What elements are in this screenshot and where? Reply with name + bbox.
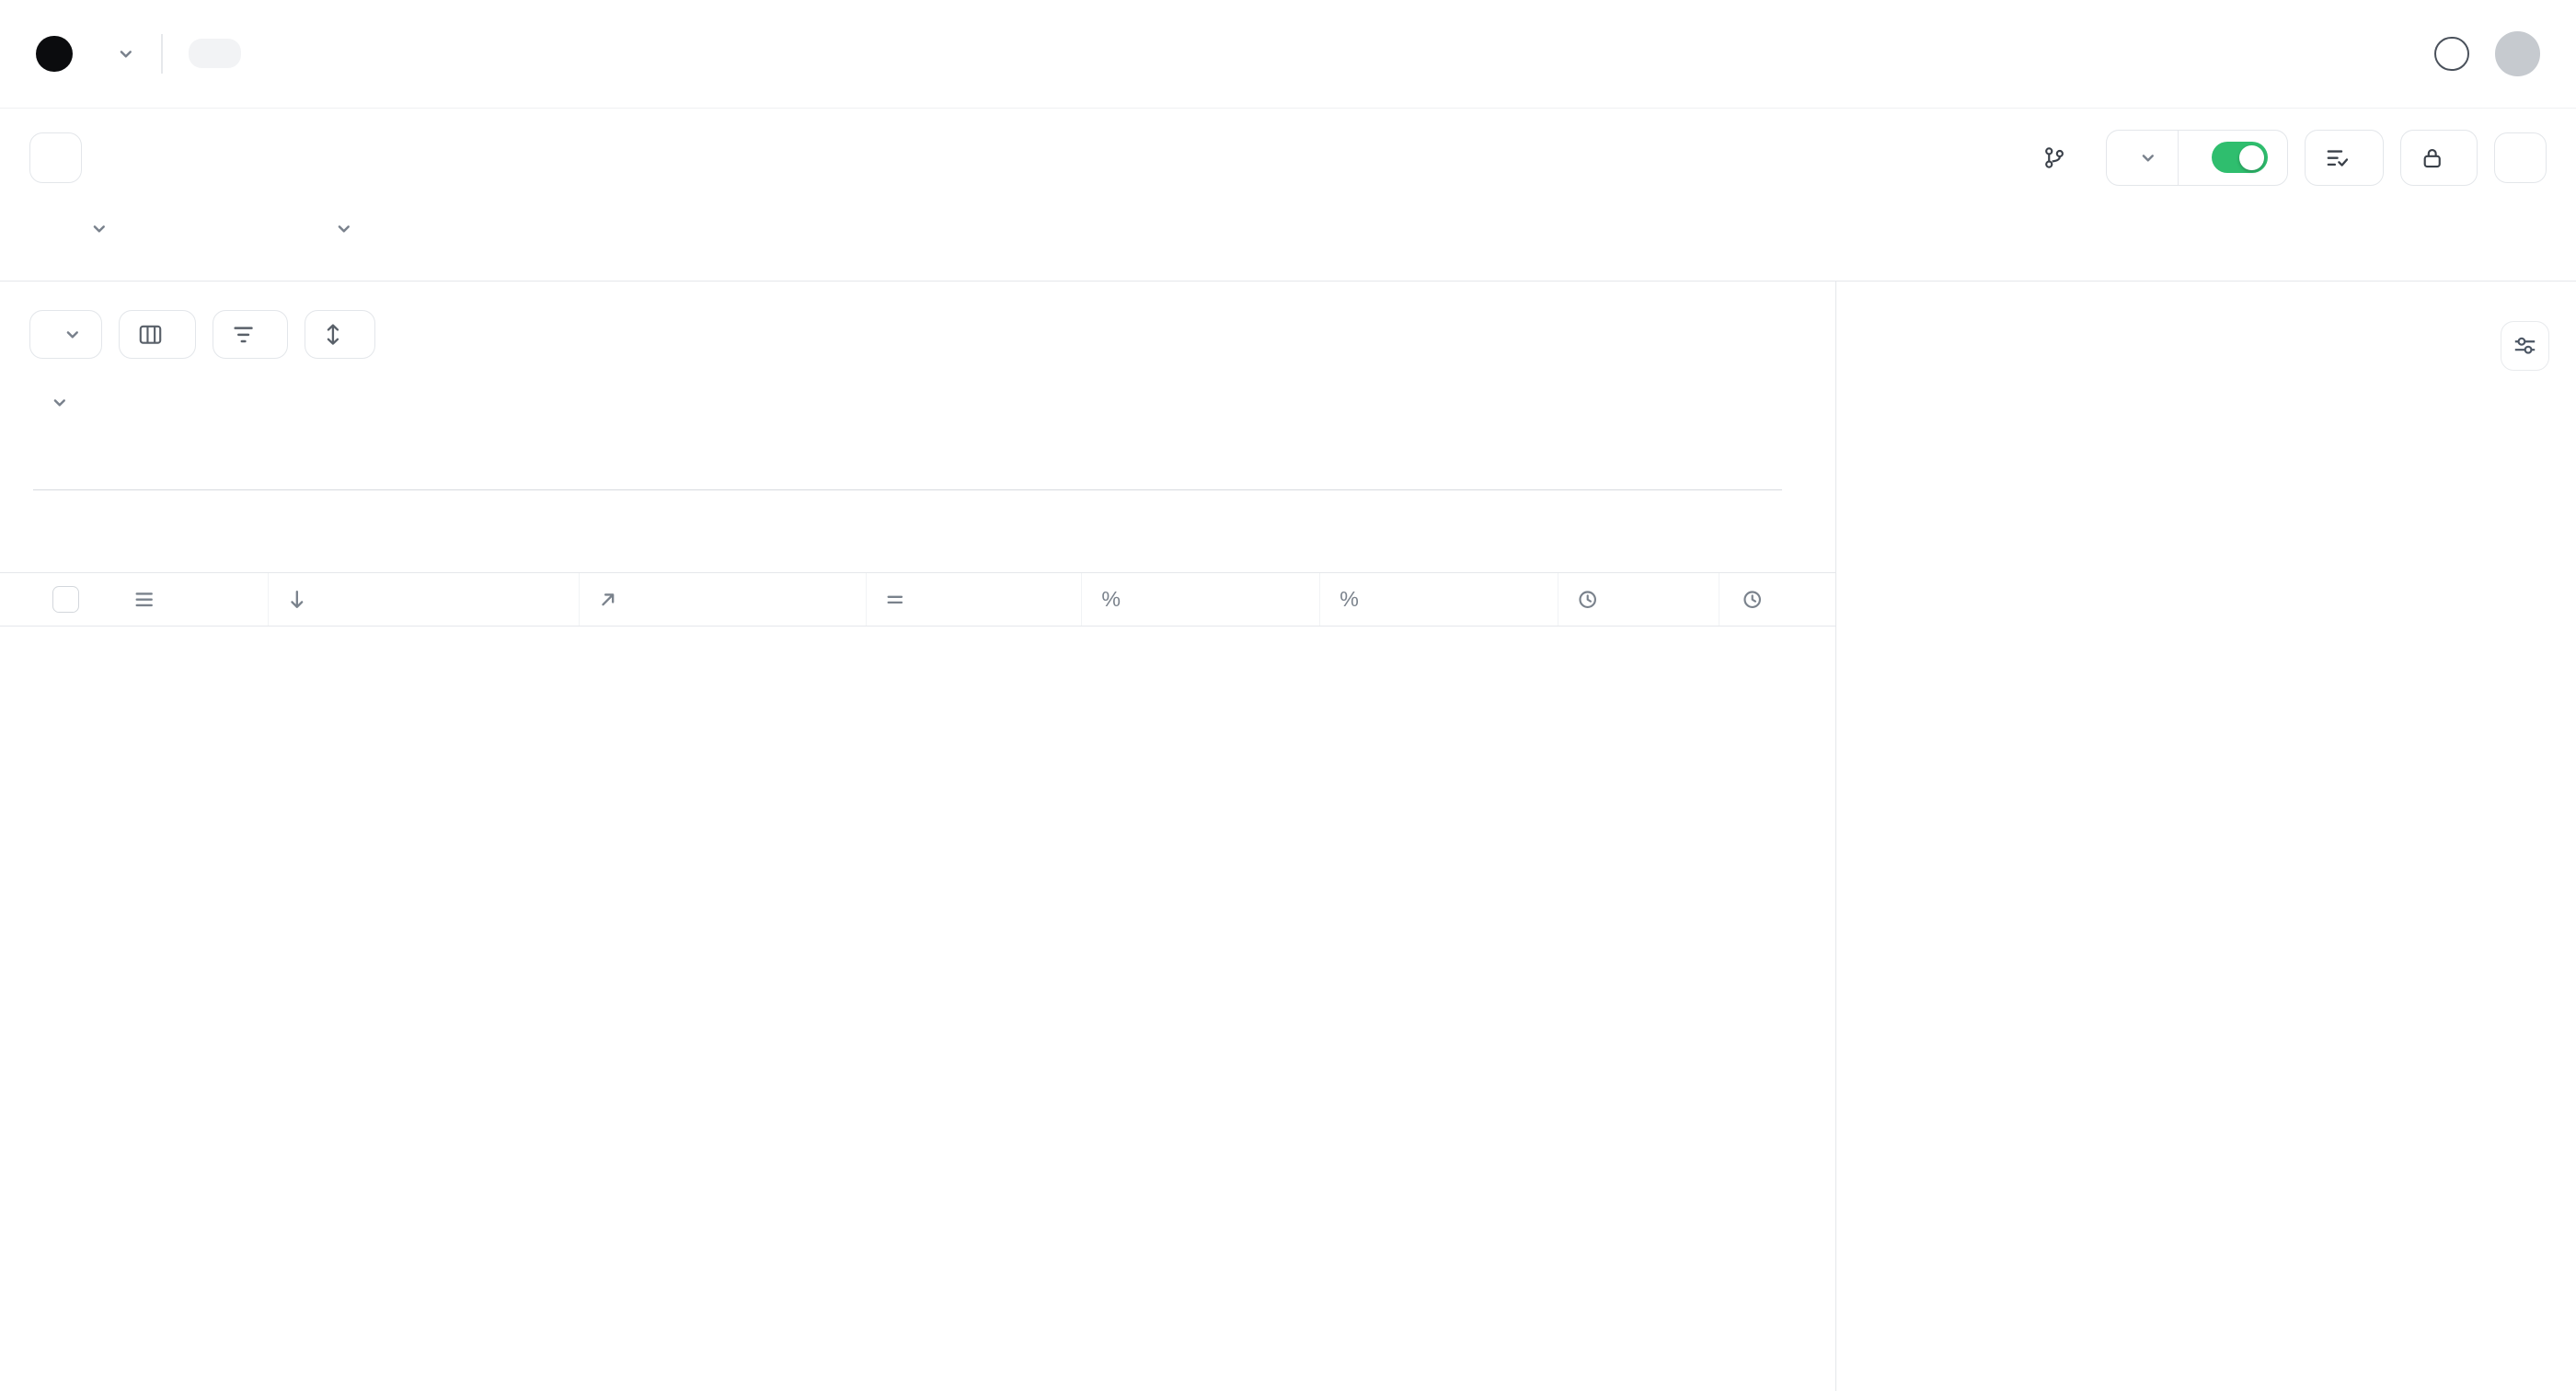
percent-icon: % bbox=[1340, 587, 1359, 612]
comparison-dropdown-icon[interactable] bbox=[335, 220, 353, 238]
filter-icon bbox=[233, 326, 254, 344]
comparison-experiment-two[interactable] bbox=[167, 222, 195, 236]
lock-icon bbox=[2422, 147, 2442, 168]
comparison-bar bbox=[0, 207, 2576, 281]
columns-icon bbox=[139, 325, 162, 344]
scores-header bbox=[1869, 321, 2549, 371]
column-header-exactmatch[interactable]: % bbox=[1081, 573, 1319, 626]
equals-icon bbox=[886, 591, 904, 609]
scores-settings-button[interactable] bbox=[2501, 321, 2550, 371]
private-button[interactable] bbox=[2400, 130, 2478, 186]
column-header-llm-duration[interactable] bbox=[1719, 573, 1835, 626]
divider bbox=[161, 34, 163, 74]
column-header-expected[interactable] bbox=[866, 573, 1081, 626]
column-header-duration[interactable] bbox=[1558, 573, 1719, 626]
rows-icon bbox=[134, 590, 154, 609]
avatar[interactable] bbox=[2495, 31, 2539, 75]
main-content: % % bbox=[0, 281, 2576, 1391]
row-height-icon bbox=[325, 324, 341, 345]
comparison-experiment-three[interactable] bbox=[224, 222, 251, 236]
experiments-diff-group bbox=[2106, 130, 2288, 186]
review-button[interactable] bbox=[2305, 130, 2384, 186]
back-button[interactable] bbox=[29, 132, 82, 183]
app-window: % % bbox=[0, 0, 2576, 1391]
column-header-output[interactable] bbox=[579, 573, 866, 626]
results-panel: % % bbox=[0, 282, 1835, 1391]
app-logo[interactable] bbox=[36, 36, 72, 72]
scores-panel bbox=[1835, 282, 2576, 1391]
tab-library[interactable] bbox=[248, 39, 301, 68]
topbar bbox=[0, 0, 2576, 109]
chevron-down-icon bbox=[2139, 149, 2157, 167]
chevron-down-icon bbox=[117, 45, 135, 63]
chevron-down-icon bbox=[63, 326, 82, 344]
series-dot bbox=[50, 222, 64, 236]
help-icon[interactable] bbox=[2434, 37, 2468, 71]
histogram-axis bbox=[33, 497, 1783, 523]
git-branch-icon bbox=[2043, 146, 2064, 169]
table-header: % % bbox=[0, 572, 1835, 627]
tab-logs[interactable] bbox=[307, 39, 360, 68]
arrow-down-icon bbox=[288, 590, 306, 609]
table-toolbar bbox=[0, 282, 1835, 359]
workspace-selector[interactable] bbox=[102, 45, 135, 63]
git-ref[interactable] bbox=[2043, 146, 2076, 169]
base-experiment-selector[interactable] bbox=[50, 220, 109, 238]
percent-icon: % bbox=[1101, 587, 1121, 612]
score-distribution-header bbox=[0, 394, 1835, 412]
chevron-down-icon bbox=[51, 394, 69, 412]
columns-button[interactable] bbox=[119, 310, 196, 360]
sliders-icon bbox=[2513, 336, 2536, 355]
page-header bbox=[0, 109, 2576, 207]
series-dot bbox=[167, 222, 182, 236]
comparison-experiments bbox=[167, 220, 353, 238]
comparison-experiment-four[interactable] bbox=[279, 222, 306, 236]
score-distribution-metric-dropdown[interactable] bbox=[41, 394, 69, 412]
row-height-button[interactable] bbox=[305, 310, 375, 360]
all-rows-dropdown[interactable] bbox=[29, 310, 102, 360]
select-all-checkbox[interactable] bbox=[52, 586, 79, 613]
toggle-knob bbox=[2239, 145, 2264, 170]
diff-toggle-item[interactable] bbox=[2179, 131, 2287, 185]
tab-playgrounds[interactable] bbox=[366, 39, 419, 68]
chevron-down-icon bbox=[90, 220, 109, 238]
arrow-up-right-icon bbox=[599, 591, 617, 609]
filter-button[interactable] bbox=[213, 310, 288, 360]
table-body bbox=[0, 627, 1835, 1391]
histogram bbox=[33, 428, 1783, 490]
clock-icon bbox=[1742, 590, 1762, 609]
tab-experiments[interactable] bbox=[189, 39, 241, 68]
column-header-input[interactable] bbox=[268, 573, 578, 626]
column-header-name[interactable] bbox=[115, 573, 268, 626]
tab-configuration[interactable] bbox=[425, 39, 477, 68]
column-header-levenshtein[interactable]: % bbox=[1319, 573, 1558, 626]
more-button[interactable] bbox=[2494, 132, 2547, 183]
series-dot bbox=[224, 222, 238, 236]
clock-icon bbox=[1578, 590, 1597, 609]
experiments-dropdown[interactable] bbox=[2107, 131, 2178, 185]
diff-toggle[interactable] bbox=[2212, 142, 2268, 173]
series-dot bbox=[279, 222, 293, 236]
main-nav bbox=[189, 39, 477, 68]
select-all-cell bbox=[0, 573, 115, 626]
review-checklist-icon bbox=[2327, 148, 2348, 167]
